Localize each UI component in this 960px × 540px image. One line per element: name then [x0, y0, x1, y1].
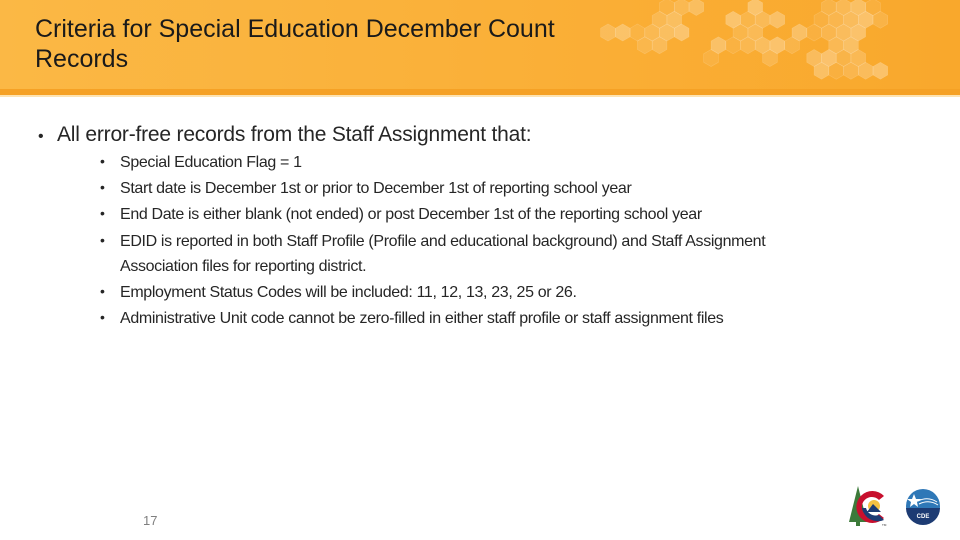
sub-bullet-5: Employment Status Codes will be included…: [120, 284, 577, 301]
sub-bullet-1: Special Education Flag = 1: [120, 154, 302, 171]
sub-bullet-6: Administrative Unit code cannot be zero-…: [120, 310, 724, 327]
bullet-dot-icon: •: [100, 309, 105, 325]
sub-bullet-4: EDID is reported in both Staff Profile (…: [120, 233, 766, 275]
bullet-dot-icon: •: [100, 153, 105, 169]
bullet-dot-icon: •: [100, 205, 105, 221]
cde-seal-icon: CDE: [906, 489, 940, 525]
bullet-dot-icon: •: [100, 232, 105, 248]
logos: TM CDE: [849, 486, 940, 527]
cde-label: CDE: [917, 514, 930, 520]
page-number: 17: [143, 513, 158, 528]
bullet-dot-icon: •: [100, 283, 105, 299]
sub-bullet-3: End Date is either blank (not ended) or …: [120, 206, 702, 223]
bullet-dot-icon: •: [38, 128, 44, 145]
sub-bullet-2: Start date is December 1st or prior to D…: [120, 180, 632, 197]
main-bullet-text: All error-free records from the Staff As…: [57, 123, 532, 146]
svg-text:TM: TM: [882, 523, 887, 527]
bullet-dot-icon: •: [100, 179, 105, 195]
colorado-logo-icon: TM: [849, 486, 887, 527]
slide-body: • All error-free records from the Staff …: [0, 0, 960, 540]
